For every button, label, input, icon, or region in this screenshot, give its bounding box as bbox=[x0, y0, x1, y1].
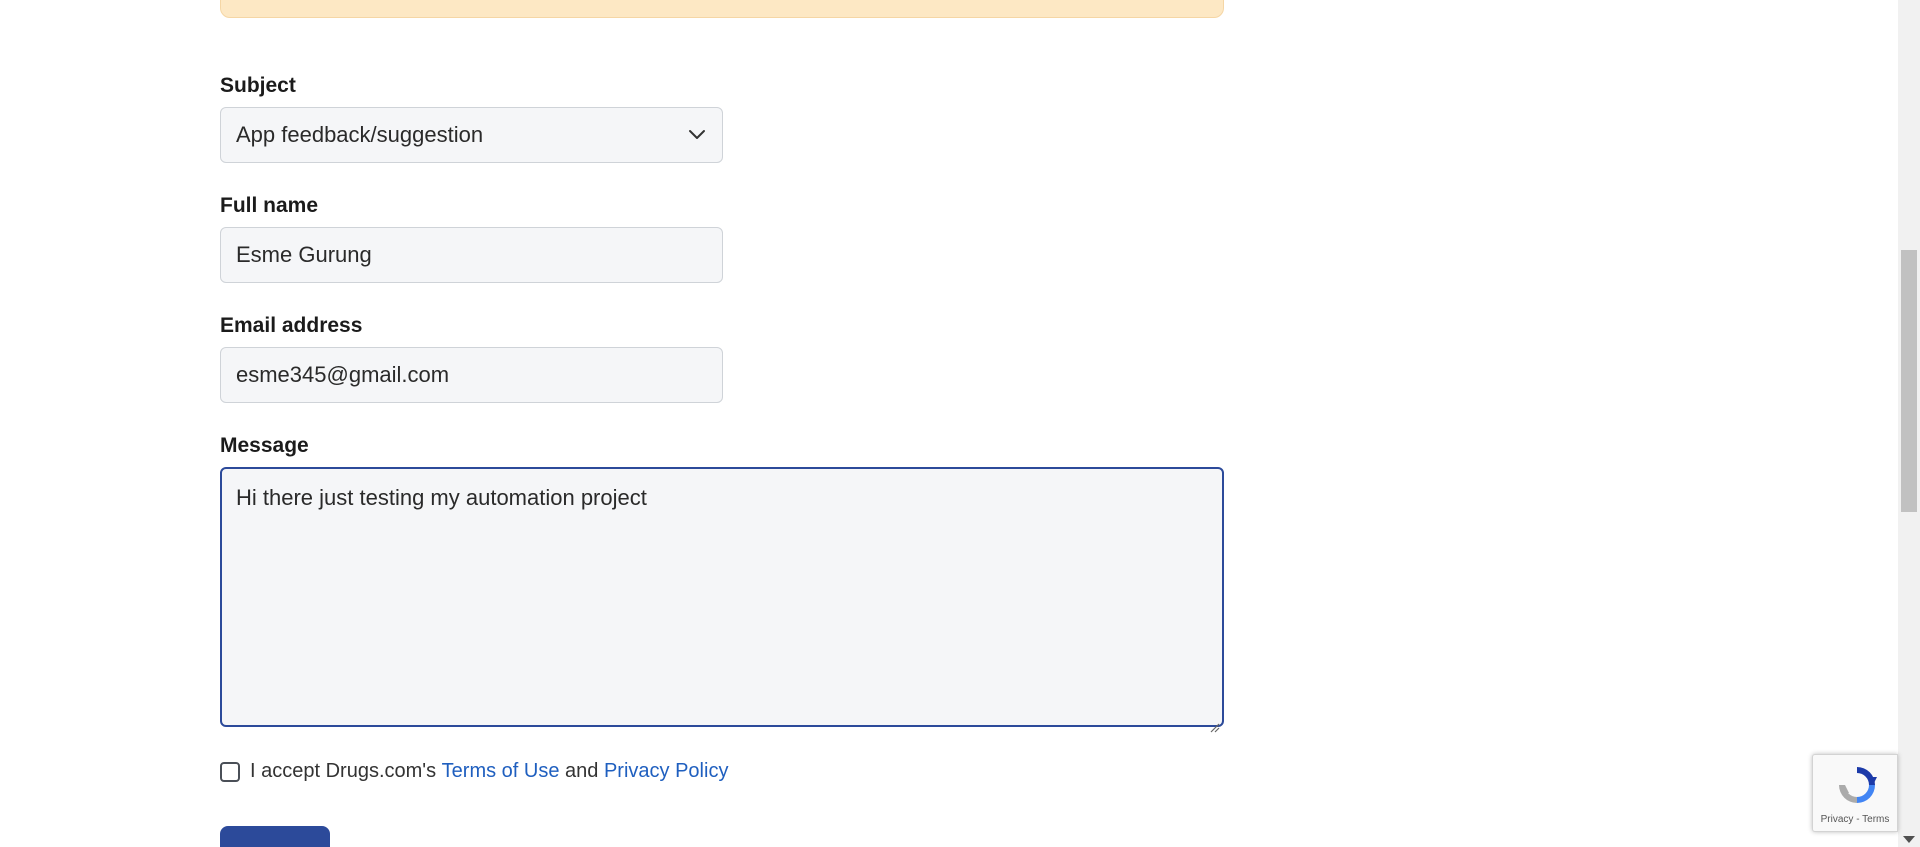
accept-terms-row: I accept Drugs.com's Terms of Use and Pr… bbox=[220, 760, 728, 783]
subject-selected-value: App feedback/suggestion bbox=[236, 122, 484, 147]
full-name-label: Full name bbox=[220, 194, 319, 217]
recaptcha-privacy-link[interactable]: Privacy bbox=[1821, 814, 1854, 825]
subject-label: Subject bbox=[220, 74, 296, 97]
full-name-value: Esme Gurung bbox=[236, 242, 372, 267]
recaptcha-logo-icon bbox=[1835, 763, 1879, 807]
accept-and-text: and bbox=[559, 760, 604, 782]
recaptcha-terms-link[interactable]: Terms bbox=[1862, 814, 1889, 825]
vertical-scrollbar[interactable] bbox=[1898, 0, 1920, 847]
subject-select[interactable]: App feedback/suggestion bbox=[220, 107, 723, 163]
recaptcha-badge[interactable]: Privacy - Terms bbox=[1812, 754, 1898, 832]
full-name-input[interactable]: Esme Gurung bbox=[220, 227, 723, 283]
email-label: Email address bbox=[220, 314, 363, 337]
scroll-down-arrow-icon[interactable] bbox=[1903, 836, 1915, 843]
message-textarea[interactable]: Hi there just testing my automation proj… bbox=[220, 467, 1224, 733]
contact-page: Subject App feedback/suggestion Full nam… bbox=[0, 0, 1920, 847]
scrollbar-thumb[interactable] bbox=[1901, 250, 1917, 512]
submit-button[interactable] bbox=[220, 826, 330, 847]
email-input[interactable]: esme345@gmail.com bbox=[220, 347, 723, 403]
chevron-down-icon bbox=[687, 125, 707, 145]
terms-of-use-link[interactable]: Terms of Use bbox=[442, 760, 560, 783]
message-value: Hi there just testing my automation proj… bbox=[236, 485, 647, 510]
accept-checkbox[interactable] bbox=[220, 761, 240, 782]
recaptcha-separator: - bbox=[1853, 814, 1863, 825]
notice-banner bbox=[220, 0, 1224, 18]
message-label: Message bbox=[220, 434, 309, 457]
privacy-policy-link[interactable]: Privacy Policy bbox=[604, 760, 728, 783]
recaptcha-links: Privacy - Terms bbox=[1813, 814, 1897, 825]
resize-grip-icon[interactable] bbox=[1208, 711, 1220, 733]
accept-prefix-text: I accept Drugs.com's bbox=[250, 760, 442, 782]
email-value: esme345@gmail.com bbox=[236, 362, 450, 387]
